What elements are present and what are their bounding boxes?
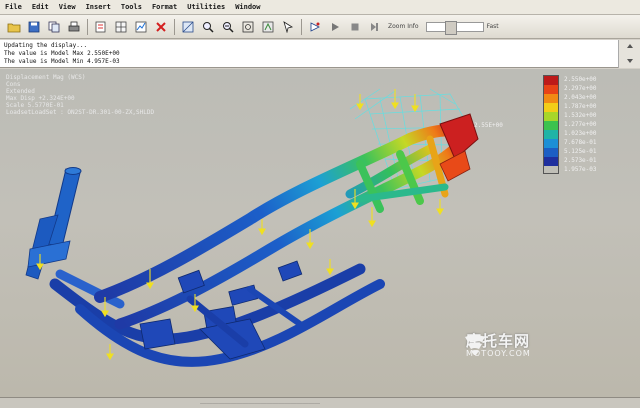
animation-speed-slider[interactable]: [425, 20, 484, 35]
status-text: ……………………………………………………: [200, 399, 320, 406]
message-line: The value is Model Max 2.550E+00: [4, 50, 120, 57]
legend-value: 1.532e+00: [564, 112, 597, 119]
legend-swatch: [544, 76, 558, 85]
result-setting-line: Cons: [6, 81, 21, 88]
menu-insert[interactable]: Insert: [81, 3, 116, 11]
legend-swatch: [544, 121, 558, 130]
legend-value: 2.550e+00: [564, 76, 597, 83]
legend-value: 1.957e-03: [564, 166, 597, 173]
max-displacement-label: Max Disp +2.324E+00: [6, 95, 75, 102]
menu-view[interactable]: View: [54, 3, 81, 11]
steering-head: [25, 167, 82, 280]
save-icon[interactable]: [26, 19, 42, 35]
legend-color-bar: [543, 75, 559, 174]
color-legend: 2.550e+00 2.297e+00 2.043e+00 1.787e+00 …: [543, 75, 597, 174]
legend-swatch: [544, 103, 558, 112]
menu-tools[interactable]: Tools: [116, 3, 147, 11]
legend-value: 2.573e-01: [564, 157, 597, 164]
rotate-icon[interactable]: [307, 19, 323, 35]
speed-fast-label: Fast: [486, 23, 499, 30]
peak-value-label: 2.55E+00: [474, 122, 503, 129]
slider-thumb[interactable]: [444, 20, 457, 35]
result-type-label: Displacement Mag (WCS): [6, 74, 86, 81]
copy-icon[interactable]: [46, 19, 62, 35]
legend-value: 1.023e+00: [564, 130, 597, 137]
scroll-down-icon[interactable]: [627, 59, 633, 63]
print-preview-icon[interactable]: [93, 19, 109, 35]
legend-swatch: [544, 94, 558, 103]
menu-bar: File Edit View Insert Tools Format Utili…: [0, 0, 640, 15]
toolbar: Zoom Info Fast: [0, 15, 640, 39]
legend-values: 2.550e+00 2.297e+00 2.043e+00 1.787e+00 …: [564, 75, 597, 174]
fit-view-icon[interactable]: [240, 19, 256, 35]
message-scrollbar[interactable]: [618, 40, 640, 68]
legend-value: 2.043e+00: [564, 94, 597, 101]
pan-icon[interactable]: [260, 19, 276, 35]
fea-application-window: File Edit View Insert Tools Format Utili…: [0, 0, 640, 408]
model-viewport[interactable]: Displacement Mag (WCS) Cons Extended Max…: [0, 69, 640, 397]
animation-play-icon[interactable]: [327, 19, 343, 35]
open-folder-icon[interactable]: [6, 19, 22, 35]
menu-format[interactable]: Format: [147, 3, 182, 11]
legend-swatch: [544, 157, 558, 166]
select-icon[interactable]: [280, 19, 296, 35]
mesh-view-icon[interactable]: [180, 19, 196, 35]
legend-swatch: [544, 112, 558, 121]
scroll-up-icon[interactable]: [627, 44, 633, 48]
delete-icon[interactable]: [153, 19, 169, 35]
zoom-area-icon[interactable]: [200, 19, 216, 35]
legend-value: 1.277e+00: [564, 121, 597, 128]
menu-file[interactable]: File: [0, 3, 27, 11]
status-bar: ……………………………………………………: [0, 397, 640, 408]
legend-value: 7.678e-01: [564, 139, 597, 146]
legend-value: 1.787e+00: [564, 103, 597, 110]
animation-stop-icon[interactable]: [347, 19, 363, 35]
result-setting-line: Extended: [6, 88, 35, 95]
plot-display-icon[interactable]: [133, 19, 149, 35]
legend-swatch: [544, 130, 558, 139]
legend-swatch: [544, 148, 558, 157]
print-icon[interactable]: [66, 19, 82, 35]
animation-step-icon[interactable]: [367, 19, 383, 35]
message-line: The value is Model Min 4.957E-03: [4, 58, 120, 65]
loadset-label: LoadsetLoadSet : ON2ST-DR.301-00-ZX,SHLD…: [6, 109, 155, 116]
message-area: Updating the display... The value is Mod…: [0, 40, 618, 68]
zoom-info-label: Zoom Info: [388, 23, 419, 30]
watermark: 摩托车网 MOTOOY.COM: [462, 333, 531, 358]
result-info: Displacement Mag (WCS) Cons Extended Max…: [6, 74, 154, 116]
menu-edit[interactable]: Edit: [27, 3, 54, 11]
legend-value: 2.297e+00: [564, 85, 597, 92]
menu-utilities[interactable]: Utilities: [182, 3, 230, 11]
scale-label: Scale 5.5770E-01: [6, 102, 64, 109]
menu-window[interactable]: Window: [230, 3, 265, 11]
grid-display-icon[interactable]: [113, 19, 129, 35]
legend-value: 5.125e-01: [564, 148, 597, 155]
motooy-logo-icon: [465, 335, 485, 355]
legend-swatch: [544, 85, 558, 94]
zoom-out-icon[interactable]: [220, 19, 236, 35]
legend-swatch: [544, 139, 558, 148]
message-line: Updating the display...: [4, 42, 88, 49]
